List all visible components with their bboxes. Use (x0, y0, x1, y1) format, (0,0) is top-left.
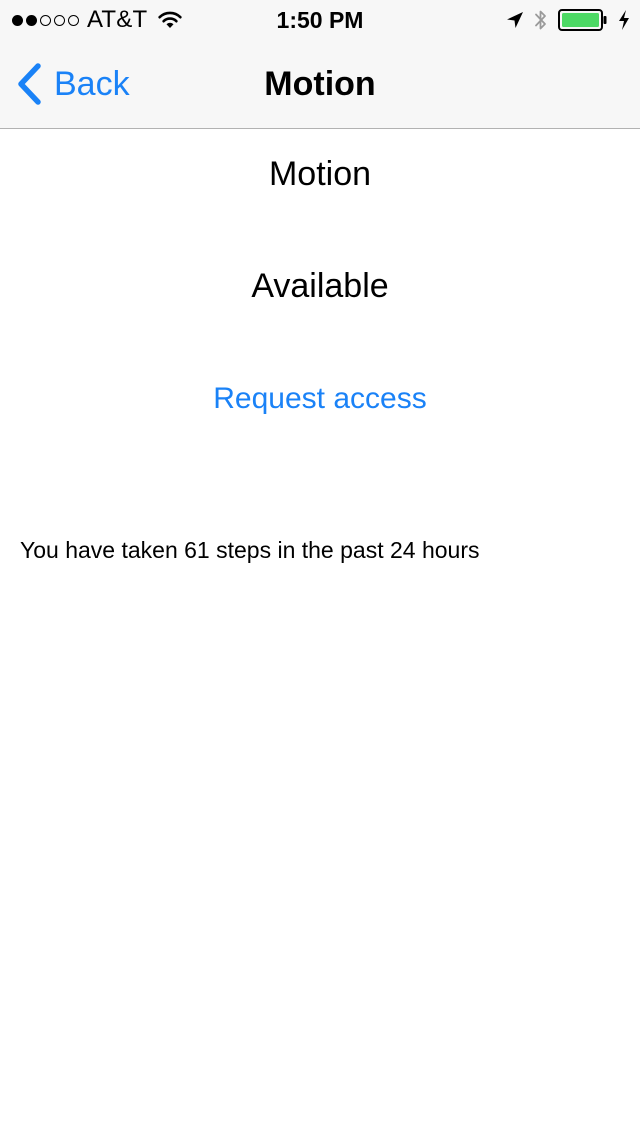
navigation-bar: Back Motion (0, 40, 640, 129)
motion-screen: AT&T 1:50 PM Back Motion Motion Availabl… (0, 0, 640, 1136)
motion-heading: Motion (268, 155, 372, 193)
charging-bolt-icon (618, 9, 630, 31)
request-access-button[interactable]: Request access (170, 376, 470, 422)
back-button[interactable]: Back (16, 40, 130, 128)
availability-status: Available (251, 267, 389, 305)
battery-icon (558, 9, 608, 31)
location-arrow-icon (506, 11, 524, 29)
status-right (506, 0, 630, 40)
steps-summary: You have taken 61 steps in the past 24 h… (20, 537, 480, 563)
chevron-left-icon (16, 62, 44, 106)
status-bar: AT&T 1:50 PM (0, 0, 640, 40)
bluetooth-icon (534, 7, 548, 33)
back-label: Back (54, 64, 130, 103)
